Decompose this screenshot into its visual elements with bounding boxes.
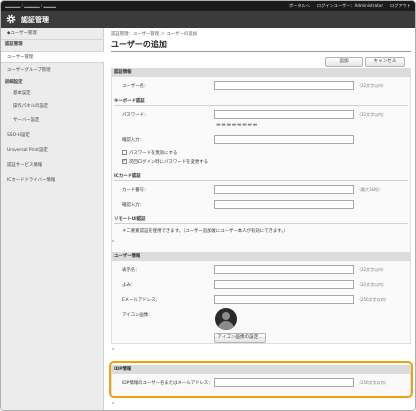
- password-strength-mask: ▬▬▬▬▬▬▬▬: [216, 122, 258, 128]
- collapse-idp-icon[interactable]: ⌃: [111, 402, 115, 408]
- breadcrumb: 認証管理：ユーザー管理 ＞ ユーザーの追加: [111, 32, 198, 37]
- change-password-next-login-checkbox[interactable]: [122, 158, 127, 164]
- card-number-hint: （最大16桁）: [357, 187, 383, 192]
- sidebar-item-sso[interactable]: SSO-H設定: [1, 130, 104, 142]
- sidebar-item-universal-print[interactable]: Universal Print設定: [1, 145, 104, 157]
- card-number-input[interactable]: [214, 185, 354, 194]
- display-name-hint: （32文字以内）: [357, 267, 387, 272]
- auth-info-header: 認証情報: [111, 68, 411, 77]
- sidebar-item-basic[interactable]: 基本設定: [1, 88, 104, 100]
- reading-hint: （32文字以内）: [357, 282, 387, 287]
- ic-card-auth-heading: ICカード認証: [114, 174, 141, 179]
- cancel-button[interactable]: キャンセル: [365, 57, 405, 67]
- icon-image-label: アイコン画像：: [122, 313, 153, 318]
- main-content: 認証管理：ユーザー管理 ＞ ユーザーの追加 ユーザーの追加 追加 キャンセル 認…: [104, 28, 415, 410]
- email-hint: （256文字以内）: [357, 297, 389, 302]
- sidebar-item-ic-driver[interactable]: ICカードドライバー情報: [1, 175, 104, 187]
- sidebar-item-server[interactable]: サーバー設定: [1, 115, 104, 127]
- card-confirm-input[interactable]: [214, 200, 354, 209]
- idp-highlight-frame: [109, 361, 413, 398]
- logout-link[interactable]: ログアウト: [390, 3, 411, 9]
- sidebar-section-auth: 認証管理: [5, 42, 23, 47]
- disable-password-label: パスワードを無効にする: [129, 151, 178, 156]
- user-info-header: ユーザー情報: [111, 252, 411, 261]
- username-input[interactable]: [214, 81, 354, 90]
- email-label: Eメールアドレス：: [122, 298, 160, 303]
- sidebar-item-group-management[interactable]: ユーザーグループ管理: [1, 65, 104, 77]
- icon-image-settings-button[interactable]: アイコン画像の設定...: [214, 333, 266, 343]
- avatar-head-shape: [222, 312, 230, 320]
- username-label: ユーザー名：: [122, 84, 149, 89]
- collapse-auth-icon[interactable]: ⌃: [111, 240, 115, 246]
- portal-link[interactable]: ポータルへ: [289, 3, 310, 9]
- password-label: パスワード：: [122, 113, 149, 118]
- keyboard-auth-heading: キーボード認証: [114, 99, 145, 104]
- display-name-label: 表示名：: [122, 268, 140, 273]
- email-input[interactable]: [214, 295, 354, 304]
- collapse-user-info-icon[interactable]: ⌃: [111, 348, 115, 354]
- reading-label: よみ：: [122, 283, 136, 288]
- avatar: [215, 308, 237, 330]
- app-title: 認証管理: [21, 16, 49, 24]
- change-password-next-login-label: 次回ログイン時にパスワードを変更する: [129, 160, 209, 165]
- remote-ui-auth-divider: [114, 223, 408, 224]
- browser-window: ▂▂▂▂▂ / ▂▂▂▂▂ / ▂▂▂▂ ポータルへ ログインユーザー：Admi…: [0, 0, 416, 411]
- card-number-label: カード番号：: [122, 188, 149, 193]
- sidebar-item-user-management[interactable]: ユーザー管理: [1, 51, 104, 63]
- url-text: ▂▂▂▂▂ / ▂▂▂▂▂ / ▂▂▂▂: [5, 3, 56, 8]
- login-user-text: ログインユーザー：Administrator: [316, 3, 384, 8]
- page-title: ユーザーの追加: [111, 40, 167, 49]
- reading-input[interactable]: [214, 280, 354, 289]
- password-confirm-input[interactable]: [214, 135, 354, 144]
- card-confirm-label: 確認入力：: [122, 203, 144, 208]
- keyboard-auth-divider: [114, 105, 408, 106]
- password-input[interactable]: [214, 110, 354, 119]
- sidebar-item-panel[interactable]: 操作パネルの設定: [1, 101, 104, 113]
- app-header: 認証管理: [1, 11, 415, 28]
- ic-card-auth-divider: [114, 180, 408, 181]
- top-bar: ▂▂▂▂▂ / ▂▂▂▂▂ / ▂▂▂▂ ポータルへ ログインユーザー：Admi…: [1, 1, 415, 11]
- display-name-input[interactable]: [214, 265, 354, 274]
- disable-password-checkbox[interactable]: [122, 150, 127, 155]
- add-button[interactable]: 追加: [325, 57, 363, 67]
- two-factor-note: ＊二要素認証を使用できます。（ユーザー追加後にユーザー本人が有効にできます。）: [122, 229, 288, 234]
- sidebar-item-auth-service[interactable]: 認証サービス情報: [1, 160, 104, 172]
- title-divider: [111, 51, 411, 52]
- password-hint: （32文字以内）: [357, 112, 387, 117]
- username-hint: （32文字以内）: [357, 83, 387, 88]
- sidebar: ◆ユーザー管理 認証管理 ユーザー管理 ユーザーグループ管理 詳細設定 基本設定…: [1, 28, 104, 410]
- password-confirm-label: 確認入力：: [122, 138, 144, 143]
- avatar-body-shape: [218, 321, 234, 330]
- top-links: ポータルへ ログインユーザー：Administrator ログアウト: [289, 3, 411, 9]
- gear-icon: [6, 14, 16, 24]
- remote-ui-auth-heading: リモートUI認証: [114, 217, 146, 222]
